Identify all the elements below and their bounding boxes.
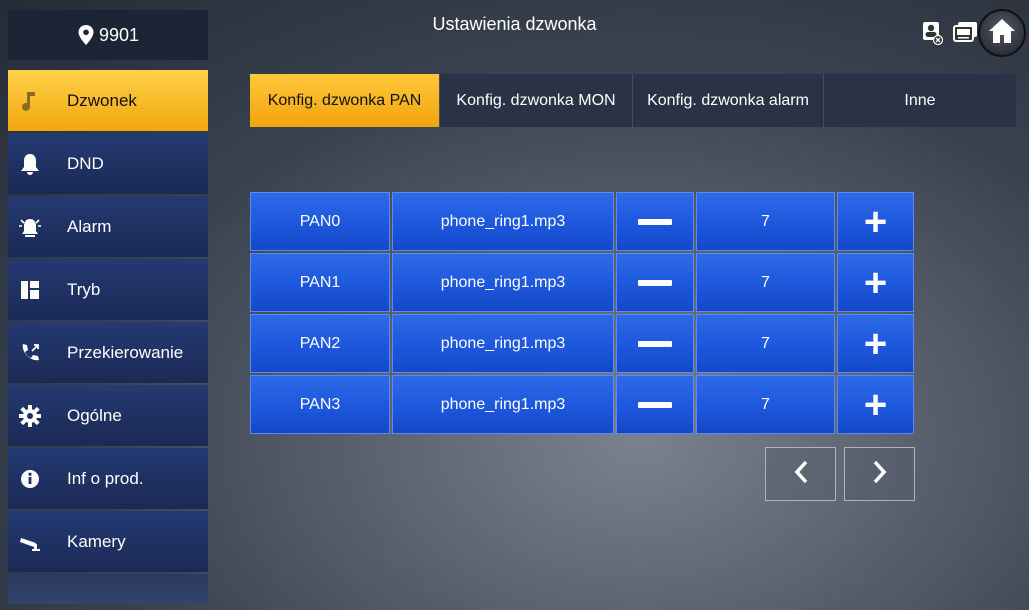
sidebar-item-label: Tryb — [67, 279, 101, 299]
home-button[interactable] — [978, 9, 1026, 57]
volume-down-button[interactable] — [616, 192, 694, 251]
prev-page-button[interactable] — [765, 447, 836, 501]
tab-alarm[interactable]: Konfig. dzwonka alarm — [633, 74, 824, 127]
sidebar-item-ogolne[interactable]: Ogólne — [8, 385, 208, 446]
sidebar-item-info[interactable]: Inf o prod. — [8, 448, 208, 509]
tab-mon[interactable]: Konfig. dzwonka MON — [440, 74, 633, 127]
tab-inne[interactable]: Inne — [824, 74, 1016, 127]
ringtone-select[interactable]: phone_ring1.mp3 — [392, 192, 614, 251]
sidebar-item-tryb[interactable]: Tryb — [8, 259, 208, 320]
camera-icon — [18, 530, 42, 554]
bell-icon — [18, 152, 42, 176]
minus-icon — [638, 401, 672, 408]
plus-icon: + — [863, 382, 888, 427]
pan-name: PAN3 — [250, 375, 390, 434]
ringtone-select[interactable]: phone_ring1.mp3 — [392, 314, 614, 373]
table-row: PAN0 phone_ring1.mp3 7 + — [250, 192, 914, 251]
sidebar-footer — [8, 574, 208, 604]
home-icon — [987, 17, 1017, 50]
sidebar-item-label: Alarm — [67, 216, 112, 236]
volume-value: 7 — [696, 375, 835, 434]
volume-down-button[interactable] — [616, 375, 694, 434]
mode-grid-icon — [18, 278, 42, 302]
minus-icon — [638, 279, 672, 286]
plus-icon: + — [863, 321, 888, 366]
volume-up-button[interactable]: + — [837, 192, 914, 251]
tab-bar: Konfig. dzwonka PAN Konfig. dzwonka MON … — [250, 74, 1016, 127]
volume-value: 7 — [696, 192, 835, 251]
sidebar-item-label: Ogólne — [67, 405, 122, 425]
chevron-right-icon — [872, 459, 888, 490]
table-row: PAN3 phone_ring1.mp3 7 + — [250, 375, 914, 434]
plus-icon: + — [863, 260, 888, 305]
minus-icon — [638, 218, 672, 225]
info-icon — [18, 467, 42, 491]
volume-up-button[interactable]: + — [837, 253, 914, 312]
sidebar-item-przekierowanie[interactable]: Przekierowanie — [8, 322, 208, 383]
sidebar-item-label: Kamery — [67, 531, 126, 551]
chevron-left-icon — [793, 459, 809, 490]
ringtone-select[interactable]: phone_ring1.mp3 — [392, 375, 614, 434]
minus-icon — [638, 340, 672, 347]
pan-name: PAN0 — [250, 192, 390, 251]
gear-icon — [18, 404, 42, 428]
sidebar-item-label: Dzwonek — [67, 90, 137, 110]
pan-name: PAN1 — [250, 253, 390, 312]
sidebar-item-label: Inf o prod. — [67, 468, 144, 488]
ring-table: PAN0 phone_ring1.mp3 7 + PAN1 phone_ring… — [250, 192, 914, 436]
page-title: Ustawienia dzwonka — [432, 14, 597, 34]
alarm-icon — [18, 215, 42, 239]
next-page-button[interactable] — [844, 447, 915, 501]
pan-name: PAN2 — [250, 314, 390, 373]
sidebar-item-label: Przekierowanie — [67, 342, 184, 362]
tab-pan[interactable]: Konfig. dzwonka PAN — [250, 74, 440, 127]
volume-value: 7 — [696, 253, 835, 312]
sidebar-item-dnd[interactable]: DND — [8, 133, 208, 194]
volume-value: 7 — [696, 314, 835, 373]
sidebar-item-kamery[interactable]: Kamery — [8, 511, 208, 572]
music-note-icon — [18, 89, 42, 113]
sidebar: Dzwonek DND Alarm Tryb Przekierowanie Og… — [8, 70, 208, 604]
call-forward-icon — [18, 341, 42, 365]
table-row: PAN2 phone_ring1.mp3 7 + — [250, 314, 914, 373]
ringtone-select[interactable]: phone_ring1.mp3 — [392, 253, 614, 312]
sidebar-item-alarm[interactable]: Alarm — [8, 196, 208, 257]
sidebar-item-label: DND — [67, 153, 104, 173]
status-icons — [919, 20, 979, 46]
top-bar: 9901 Ustawienia dzwonka — [0, 0, 1029, 68]
volume-up-button[interactable]: + — [837, 375, 914, 434]
volume-down-button[interactable] — [616, 314, 694, 373]
table-row: PAN1 phone_ring1.mp3 7 + — [250, 253, 914, 312]
plus-icon: + — [863, 199, 888, 244]
monitor-icon — [953, 20, 979, 46]
volume-up-button[interactable]: + — [837, 314, 914, 373]
volume-down-button[interactable] — [616, 253, 694, 312]
contact-offline-icon — [919, 20, 945, 46]
sidebar-item-dzwonek[interactable]: Dzwonek — [8, 70, 208, 131]
